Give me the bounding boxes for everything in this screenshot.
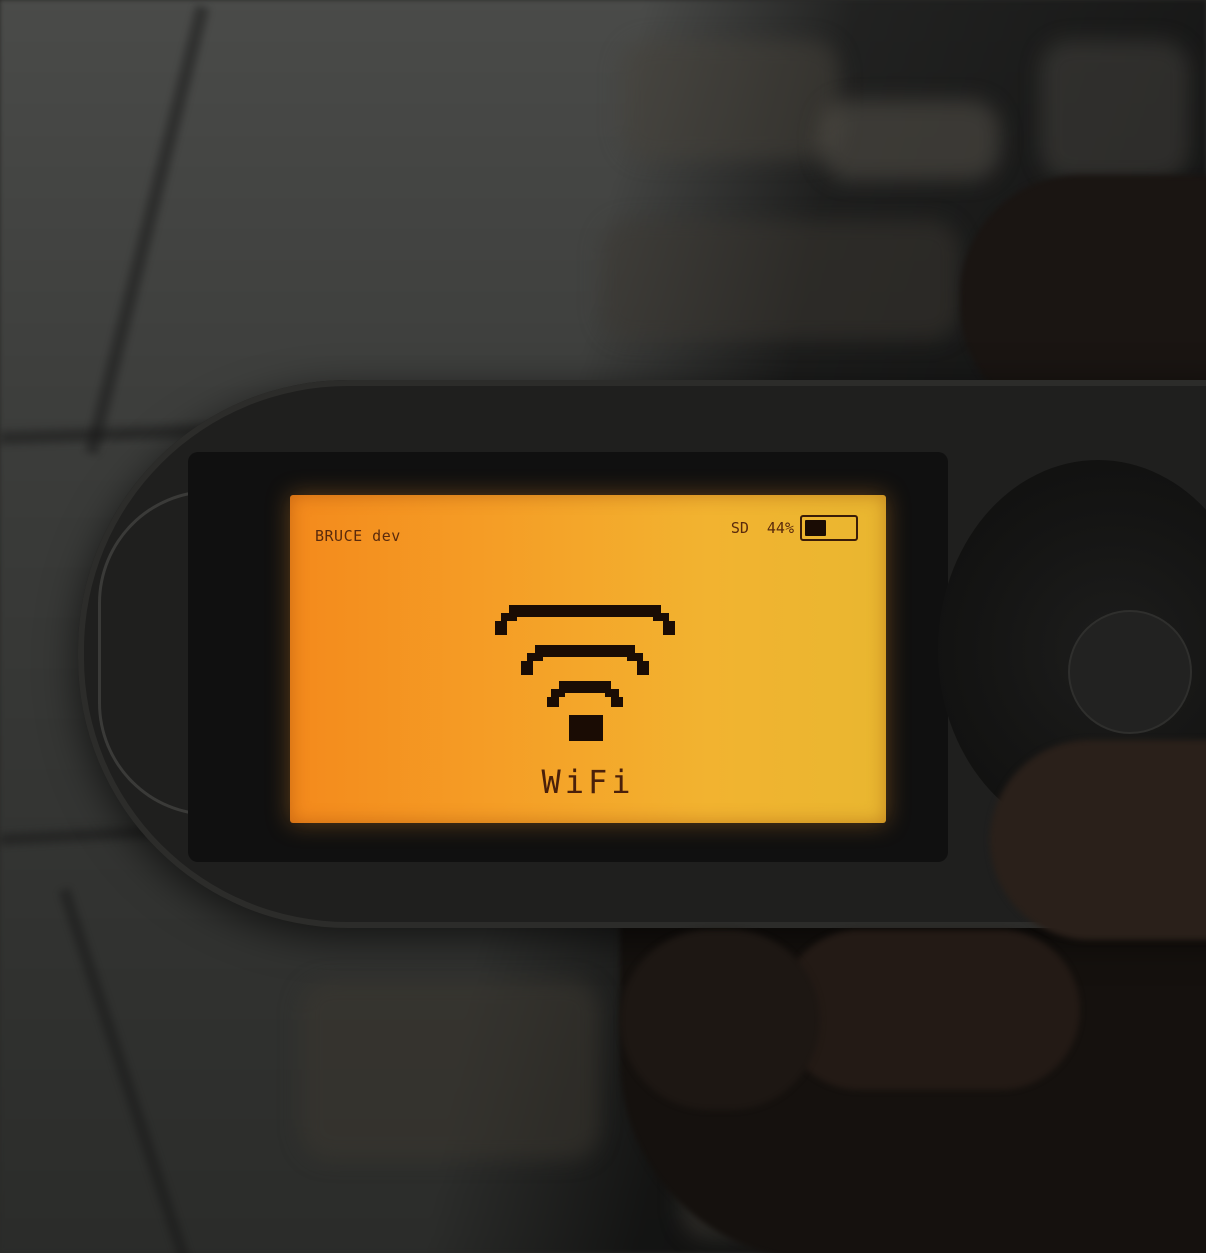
sd-card-indicator: SD xyxy=(730,519,749,537)
battery-fill xyxy=(805,520,826,536)
dial-button[interactable] xyxy=(1068,610,1192,734)
menu-item-label: WiFi xyxy=(541,763,635,801)
lcd-screen: BRUCE dev SD 44% WiFi xyxy=(290,495,886,823)
device-name: BRUCE dev xyxy=(315,527,401,545)
wifi-icon[interactable] xyxy=(495,595,675,747)
battery-icon xyxy=(800,515,858,541)
battery-percent: 44% xyxy=(766,519,794,537)
status-indicators: SD 44% xyxy=(731,513,858,543)
